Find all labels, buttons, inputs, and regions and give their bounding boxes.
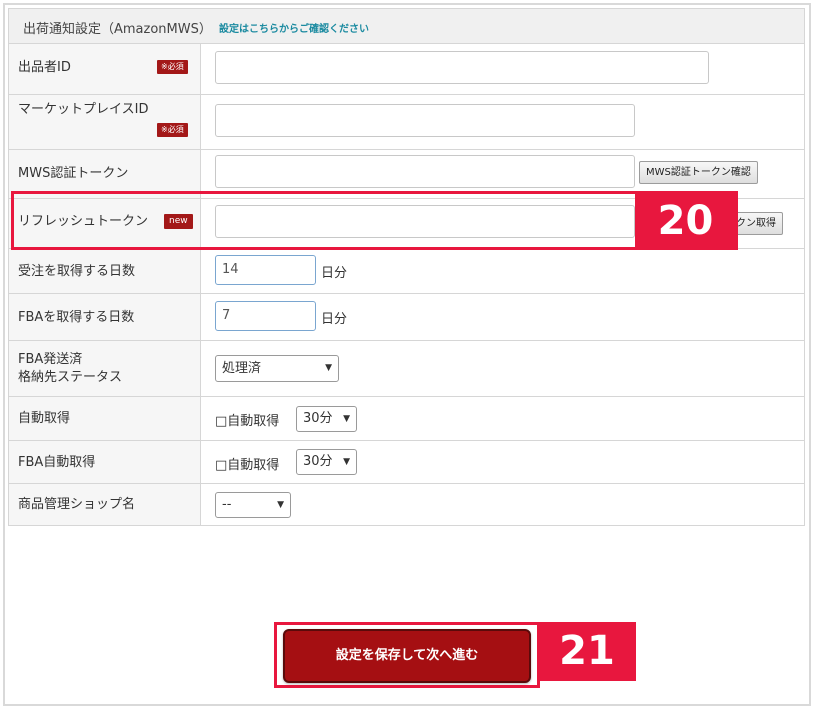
required-badge: ※必須 <box>157 60 188 74</box>
chevron-down-icon: ▼ <box>325 363 332 373</box>
chevron-down-icon: ▼ <box>277 500 284 510</box>
required-badge: ※必須 <box>157 123 188 137</box>
row-fba-status: FBA発送済 格納先ステータス 処理済 ▼ <box>8 341 805 397</box>
settings-panel: 出荷通知設定（AmazonMWS） 設定はこちらからご確認ください 出品者ID … <box>8 8 805 526</box>
callout-20-highlight <box>11 191 738 250</box>
mws-token-label: MWS認証トークン <box>18 166 129 181</box>
fba-auto-fetch-label: FBA自動取得 <box>18 455 96 470</box>
shop-name-select[interactable]: -- ▼ <box>215 492 291 518</box>
marketplace-id-label: マーケットプレイスID <box>18 102 149 117</box>
save-and-next-button[interactable]: 設定を保存して次へ進む <box>283 629 531 683</box>
fba-auto-fetch-interval-select[interactable]: 30分 ▼ <box>296 449 357 475</box>
marketplace-id-input[interactable] <box>215 104 635 137</box>
chevron-down-icon: ▼ <box>343 414 350 424</box>
seller-id-input[interactable] <box>215 51 709 84</box>
row-fba-auto-fetch: FBA自動取得 □自動取得 30分 ▼ <box>8 441 805 484</box>
fba-status-selected: 処理済 <box>222 361 262 376</box>
fba-days-input[interactable]: 7 <box>215 301 316 331</box>
row-fba-days: FBAを取得する日数 7 日分 <box>8 294 805 341</box>
fba-status-label-line1: FBA発送済 <box>18 352 83 367</box>
settings-help-link[interactable]: 設定はこちらからご確認ください <box>219 20 369 35</box>
auto-fetch-interval-selected: 30分 <box>303 411 333 426</box>
auto-fetch-interval-select[interactable]: 30分 ▼ <box>296 406 357 432</box>
fba-status-label-line2: 格納先ステータス <box>18 370 123 385</box>
seller-id-label: 出品者ID <box>18 60 71 75</box>
mws-token-confirm-button[interactable]: MWS認証トークン確認 <box>639 161 758 184</box>
order-days-unit: 日分 <box>321 266 348 281</box>
order-days-input[interactable]: 14 <box>215 255 316 285</box>
auto-fetch-checkbox[interactable]: □自動取得 <box>215 410 279 429</box>
section-title: 出荷通知設定（AmazonMWS） <box>23 22 212 37</box>
fba-days-unit: 日分 <box>321 312 348 327</box>
row-shop-name: 商品管理ショップ名 -- ▼ <box>8 484 805 526</box>
fba-auto-fetch-interval-selected: 30分 <box>303 454 333 469</box>
section-header: 出荷通知設定（AmazonMWS） 設定はこちらからご確認ください <box>8 8 805 44</box>
row-order-days: 受注を取得する日数 14 日分 <box>8 249 805 294</box>
row-auto-fetch: 自動取得 □自動取得 30分 ▼ <box>8 397 805 441</box>
row-seller-id: 出品者ID ※必須 <box>8 44 805 95</box>
order-days-label: 受注を取得する日数 <box>18 264 136 279</box>
mws-token-input[interactable] <box>215 155 635 188</box>
fba-days-label: FBAを取得する日数 <box>18 310 135 325</box>
auto-fetch-label: 自動取得 <box>18 411 71 426</box>
chevron-down-icon: ▼ <box>343 457 350 467</box>
fba-status-select[interactable]: 処理済 ▼ <box>215 355 339 382</box>
shop-name-selected: -- <box>222 497 232 512</box>
callout-20-badge: 20 <box>635 193 736 249</box>
fba-auto-fetch-checkbox[interactable]: □自動取得 <box>215 454 279 473</box>
row-marketplace-id: マーケットプレイスID ※必須 <box>8 95 805 150</box>
callout-21-badge: 21 <box>538 622 636 681</box>
shop-name-label: 商品管理ショップ名 <box>18 497 136 512</box>
